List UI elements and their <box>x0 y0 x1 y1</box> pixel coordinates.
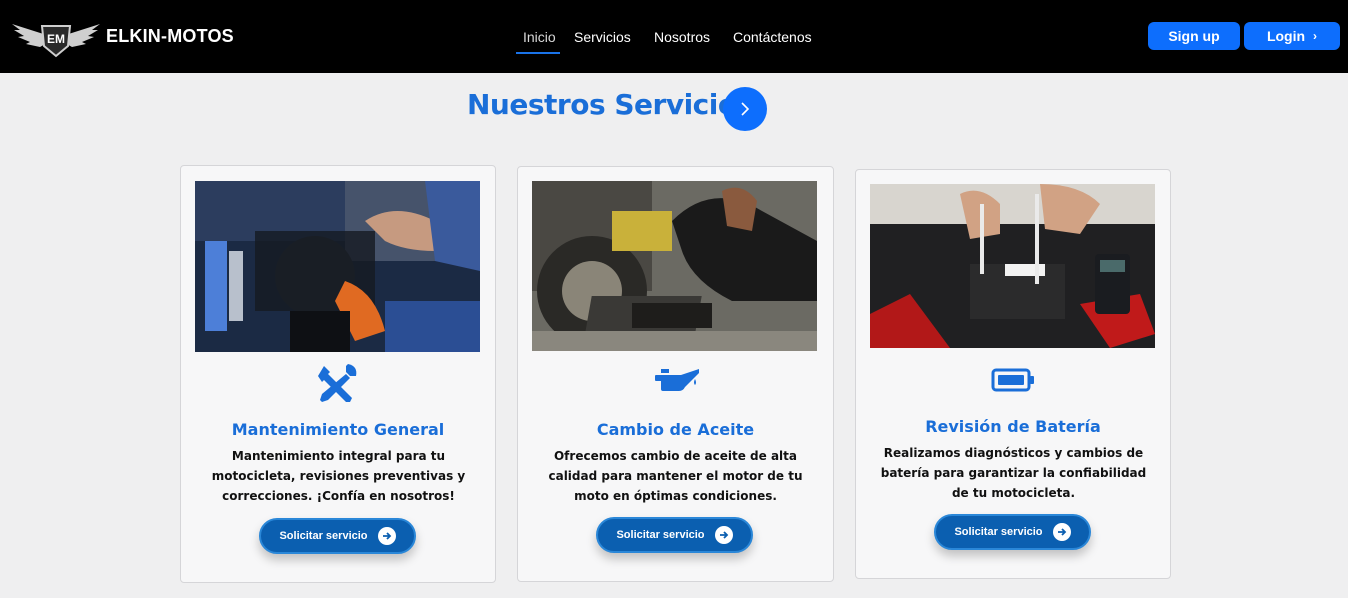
battery-check-photo <box>870 184 1155 348</box>
request-service-button[interactable]: Solicitar servicio <box>259 518 416 554</box>
arrow-right-icon <box>714 526 733 544</box>
service-description: Realizamos diagnósticos y cambios de bat… <box>880 446 1147 500</box>
nav-link-nosotros[interactable]: Nosotros <box>654 29 710 45</box>
request-service-button[interactable]: Solicitar servicio <box>934 514 1091 550</box>
logo-monogram: EM <box>47 32 65 46</box>
request-service-button[interactable]: Solicitar servicio <box>596 517 753 553</box>
oil-change-photo <box>532 181 817 351</box>
elkin-motos-logo[interactable]: EM <box>10 18 102 60</box>
service-description: Ofrecemos cambio de aceite de alta calid… <box>548 449 803 503</box>
tools-icon <box>181 362 495 406</box>
service-title: Cambio de Aceite <box>596 420 755 439</box>
login-button-label: Login <box>1266 28 1306 44</box>
service-title: Mantenimiento General <box>231 420 445 439</box>
request-service-label: Solicitar servicio <box>279 530 368 542</box>
next-arrow-button[interactable] <box>723 87 767 131</box>
signup-button[interactable]: Sign up <box>1148 22 1240 50</box>
signup-button-label: Sign up <box>1168 28 1220 44</box>
service-card-maintenance: Mantenimiento General Mantenimiento inte… <box>180 165 496 583</box>
arrow-right-icon <box>1052 523 1071 541</box>
request-service-label: Solicitar servicio <box>616 529 705 541</box>
brand-name[interactable]: ELKIN-MOTOS <box>106 26 234 47</box>
nav-link-contactenos[interactable]: Contáctenos <box>733 29 812 45</box>
service-card-oil-change: Cambio de Aceite Ofrecemos cambio de ace… <box>517 166 834 582</box>
nav-link-inicio[interactable]: Inicio <box>523 29 556 45</box>
navbar: EM ELKIN-MOTOS Inicio Servicios Nosotros… <box>0 0 1348 73</box>
service-description: Mantenimiento integral para tu motocicle… <box>211 449 466 503</box>
section-title: Nuestros Servicios <box>467 88 753 121</box>
chevron-right-icon: › <box>1313 29 1318 43</box>
maintenance-photo <box>195 181 480 352</box>
service-card-battery: Revisión de Batería Realizamos diagnósti… <box>855 169 1171 579</box>
battery-icon <box>856 368 1170 392</box>
active-nav-indicator <box>516 52 560 54</box>
request-service-label: Solicitar servicio <box>954 526 1043 538</box>
arrow-right-icon <box>377 527 396 545</box>
login-button[interactable]: Login › <box>1244 22 1340 50</box>
oil-can-icon <box>518 365 833 397</box>
service-title: Revisión de Batería <box>925 417 1101 436</box>
chevron-right-icon <box>741 102 750 116</box>
nav-link-servicios[interactable]: Servicios <box>574 29 631 45</box>
